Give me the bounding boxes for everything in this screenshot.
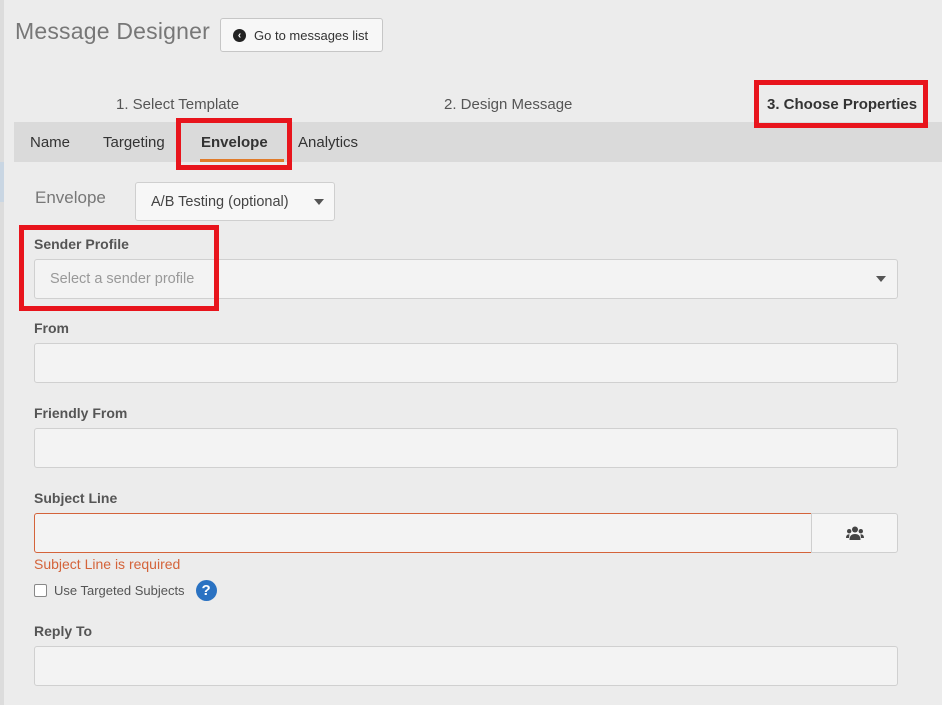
properties-tabbar: Name Targeting Envelope Analytics <box>14 122 942 162</box>
tab-targeting-label: Targeting <box>103 134 165 151</box>
use-targeted-subjects-row: Use Targeted Subjects ? <box>34 580 217 601</box>
tab-analytics[interactable]: Analytics <box>298 122 358 162</box>
go-to-messages-list-button[interactable]: ‹ Go to messages list <box>220 18 383 52</box>
reply-to-label: Reply To <box>34 623 93 639</box>
subject-line-label: Subject Line <box>34 490 118 506</box>
arrow-circle-left-icon: ‹ <box>233 28 246 42</box>
tab-name[interactable]: Name <box>30 122 70 162</box>
step-select-template[interactable]: 1. Select Template <box>116 96 239 113</box>
caret-down-icon <box>314 199 324 205</box>
caret-down-icon <box>876 276 886 282</box>
tab-envelope[interactable]: Envelope <box>200 122 284 162</box>
envelope-label: Envelope <box>35 188 106 207</box>
users-icon <box>845 526 864 540</box>
friendly-from-field[interactable] <box>34 428 898 468</box>
sender-profile-label: Sender Profile <box>34 236 129 252</box>
use-targeted-subjects-label[interactable]: Use Targeted Subjects <box>54 583 185 598</box>
subject-line-error: Subject Line is required <box>34 556 181 572</box>
step-design-message[interactable]: 2. Design Message <box>444 96 572 113</box>
active-tab-underline <box>200 159 284 162</box>
subject-line-field[interactable] <box>34 513 812 553</box>
tab-envelope-label: Envelope <box>201 134 268 151</box>
tab-analytics-label: Analytics <box>298 134 359 151</box>
left-edge-accent <box>0 162 4 202</box>
step-choose-properties[interactable]: 3. Choose Properties <box>767 96 917 113</box>
use-targeted-subjects-checkbox[interactable] <box>34 584 47 597</box>
tab-name-label: Name <box>30 134 71 151</box>
friendly-from-label: Friendly From <box>34 405 128 421</box>
go-to-messages-list-label: Go to messages list <box>254 27 369 43</box>
sender-profile-select[interactable]: Select a sender profile <box>34 259 898 299</box>
envelope-select[interactable]: A/B Testing (optional) <box>135 182 335 221</box>
page-title: Message Designer <box>15 18 210 44</box>
question-circle-icon[interactable]: ? <box>195 580 217 601</box>
targeted-subjects-button[interactable] <box>811 513 898 553</box>
reply-to-field[interactable] <box>34 646 898 686</box>
from-field[interactable] <box>34 343 898 383</box>
tab-targeting[interactable]: Targeting <box>103 122 165 162</box>
envelope-select-value: A/B Testing (optional) <box>151 194 289 210</box>
sender-profile-placeholder: Select a sender profile <box>50 271 195 287</box>
left-edge-strip <box>0 0 4 705</box>
from-label: From <box>34 320 69 336</box>
